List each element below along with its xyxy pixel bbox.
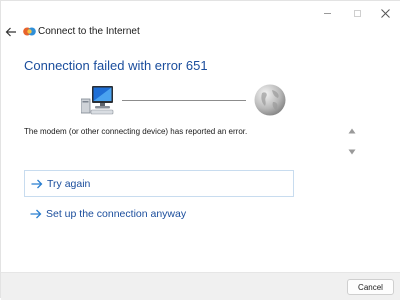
close-button[interactable] <box>378 6 392 20</box>
connection-line <box>122 100 246 101</box>
cancel-button[interactable]: Cancel <box>347 279 394 295</box>
setup-anyway-link[interactable]: Set up the connection anyway <box>24 204 294 224</box>
back-arrow-icon[interactable] <box>4 25 18 39</box>
globe-icon <box>254 84 286 116</box>
arrow-right-icon <box>30 209 42 219</box>
minimize-icon <box>323 12 331 14</box>
close-icon <box>380 8 390 18</box>
error-message: The modem (or other connecting device) h… <box>24 127 248 136</box>
computer-icon <box>81 86 114 115</box>
page-title: Connection failed with error 651 <box>24 58 208 73</box>
dialog-footer: Cancel <box>1 272 400 300</box>
scroll-up-arrow-icon[interactable] <box>348 128 356 134</box>
window-title: Connect to the Internet <box>38 26 140 37</box>
scroll-down-arrow-icon[interactable] <box>348 149 356 155</box>
try-again-link[interactable]: Try again <box>24 170 294 197</box>
network-connect-icon <box>23 27 36 36</box>
minimize-button[interactable] <box>320 6 334 20</box>
arrow-right-icon <box>31 179 43 188</box>
dialog-window: Connect to the Internet Connection faile… <box>0 0 400 300</box>
maximize-icon <box>353 9 361 17</box>
maximize-button[interactable] <box>350 6 364 20</box>
try-again-label: Try again <box>47 177 91 190</box>
setup-anyway-label: Set up the connection anyway <box>46 208 187 220</box>
